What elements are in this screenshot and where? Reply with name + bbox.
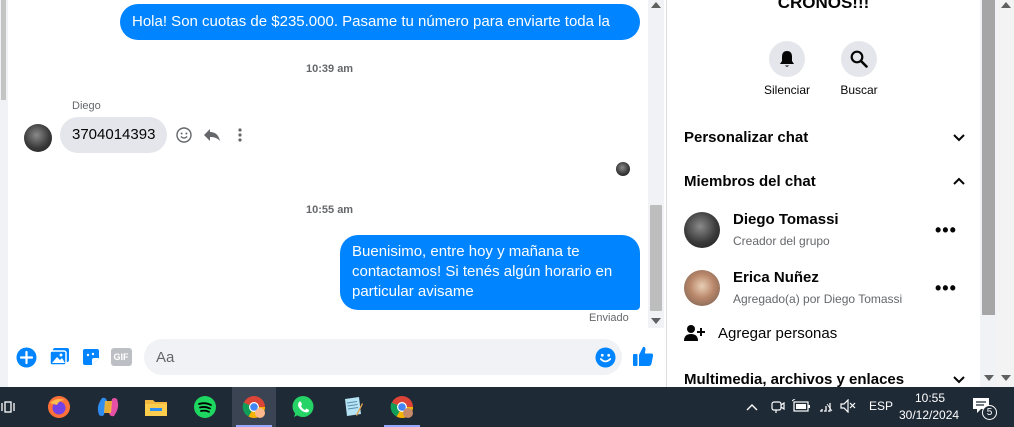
section-label: Multimedia, archivos y enlaces	[684, 370, 905, 388]
scroll-down-arrow-icon[interactable]	[984, 375, 994, 381]
section-label: Miembros del chat	[684, 172, 816, 190]
member-name[interactable]: Erica Nuñez	[733, 269, 819, 286]
file-explorer-icon[interactable]	[134, 387, 178, 427]
message-text-line: contactamos! Si tenés algún horario en	[352, 263, 613, 280]
outgoing-message-bubble[interactable]: Buenisimo, entre hoy y mañana te contact…	[340, 235, 640, 310]
chevron-down-icon	[953, 375, 965, 383]
bell-icon	[780, 51, 794, 67]
task-view-icon[interactable]	[0, 387, 30, 427]
search-label: Buscar	[840, 83, 878, 97]
member-avatar[interactable]	[684, 270, 720, 306]
member-more-options-icon[interactable]: •••	[935, 278, 957, 299]
message-timestamp: 10:39 am	[306, 63, 354, 75]
scroll-up-arrow-icon[interactable]	[651, 2, 661, 8]
search-icon	[850, 50, 868, 68]
notepad-icon[interactable]	[330, 387, 374, 427]
chevron-up-icon	[953, 177, 965, 185]
message-timestamp: 10:55 am	[306, 204, 354, 216]
media-files-links-section[interactable]: Multimedia, archivos y enlaces	[684, 367, 966, 387]
add-people-button[interactable]: Agregar personas	[684, 324, 837, 342]
clock-time[interactable]: 10:55	[915, 391, 945, 405]
meet-now-icon[interactable]	[770, 399, 786, 418]
add-people-label: Agregar personas	[718, 324, 838, 342]
chat-scrollbar-thumb[interactable]	[650, 205, 662, 311]
scroll-up-arrow-icon[interactable]	[1001, 2, 1011, 8]
gif-icon[interactable]: GIF	[110, 346, 132, 368]
message-composer: GIF	[0, 334, 666, 380]
message-input[interactable]	[144, 339, 622, 375]
left-scrollbar-thumb[interactable]	[1, 0, 6, 100]
app-root: Hola! Son cuotas de $235.000. Pasame tu …	[0, 0, 1014, 427]
sender-name: Diego	[72, 100, 101, 112]
member-role: Creador del grupo	[733, 234, 830, 248]
chat-info-pane: CRONOS!!! Silenciar Buscar Personalizar …	[667, 0, 980, 387]
mute-label: Silenciar	[763, 83, 811, 97]
chat-members-section[interactable]: Miembros del chat	[684, 169, 966, 193]
gif-label: GIF	[110, 348, 132, 366]
outgoing-message-bubble[interactable]: Hola! Son cuotas de $235.000. Pasame tu …	[120, 4, 640, 66]
chrome-profile-icon[interactable]	[380, 387, 424, 427]
show-hidden-icons-icon[interactable]	[746, 399, 758, 414]
scroll-down-arrow-icon[interactable]	[651, 318, 661, 324]
wifi-icon[interactable]	[818, 399, 834, 416]
info-scrollbar-thumb[interactable]	[982, 0, 995, 315]
message-text-line: Buenisimo, entre hoy y mañana te	[352, 243, 580, 260]
chevron-down-icon	[953, 133, 965, 141]
spotify-icon[interactable]	[183, 387, 227, 427]
emoji-icon[interactable]	[594, 346, 616, 368]
message-text-line: particular avisame	[352, 283, 474, 300]
add-attachment-icon[interactable]	[15, 346, 37, 368]
section-label: Personalizar chat	[684, 128, 809, 146]
member-role: Agregado(a) por Diego Tomassi	[733, 292, 903, 306]
group-title: CRONOS!!!	[777, 0, 870, 12]
sender-avatar[interactable]	[24, 124, 52, 152]
windows-taskbar: ESP 10:55 30/12/2024 5	[0, 387, 1014, 427]
message-text: 3704014393	[72, 126, 156, 143]
firefox-icon[interactable]	[37, 387, 81, 427]
search-button[interactable]	[841, 41, 877, 77]
clock-date[interactable]: 30/12/2024	[899, 408, 959, 422]
copilot-icon[interactable]	[86, 387, 130, 427]
battery-icon[interactable]	[791, 397, 812, 416]
scroll-down-arrow-icon[interactable]	[1001, 375, 1011, 381]
sticker-icon[interactable]	[80, 346, 102, 368]
volume-muted-icon[interactable]	[840, 398, 856, 416]
incoming-message-bubble[interactable]: 3704014393	[60, 117, 168, 153]
react-icon[interactable]	[174, 125, 194, 145]
mute-button[interactable]	[769, 41, 805, 77]
chat-pane: Hola! Son cuotas de $235.000. Pasame tu …	[0, 0, 666, 387]
customize-chat-section[interactable]: Personalizar chat	[684, 125, 966, 149]
input-language[interactable]: ESP	[869, 399, 893, 413]
add-person-icon	[684, 325, 705, 341]
photo-icon[interactable]	[48, 346, 70, 368]
notification-count-badge: 5	[982, 405, 997, 420]
reply-icon[interactable]	[202, 125, 222, 145]
member-more-options-icon[interactable]: •••	[935, 220, 957, 241]
chrome-icon-active[interactable]	[232, 387, 276, 427]
left-scrollbar[interactable]	[0, 0, 8, 387]
member-name[interactable]: Diego Tomassi	[733, 211, 839, 228]
read-receipt-avatar	[616, 162, 630, 176]
member-avatar[interactable]	[684, 212, 720, 248]
info-scrollbar[interactable]	[980, 0, 997, 387]
chat-scrollbar[interactable]	[648, 0, 664, 328]
page-scrollbar[interactable]	[997, 0, 1014, 387]
like-icon[interactable]	[632, 345, 654, 367]
whatsapp-icon[interactable]	[281, 387, 325, 427]
message-text: Hola! Son cuotas de $235.000. Pasame tu …	[132, 13, 610, 66]
more-options-icon[interactable]	[230, 125, 250, 145]
message-status: Enviado	[589, 312, 629, 324]
